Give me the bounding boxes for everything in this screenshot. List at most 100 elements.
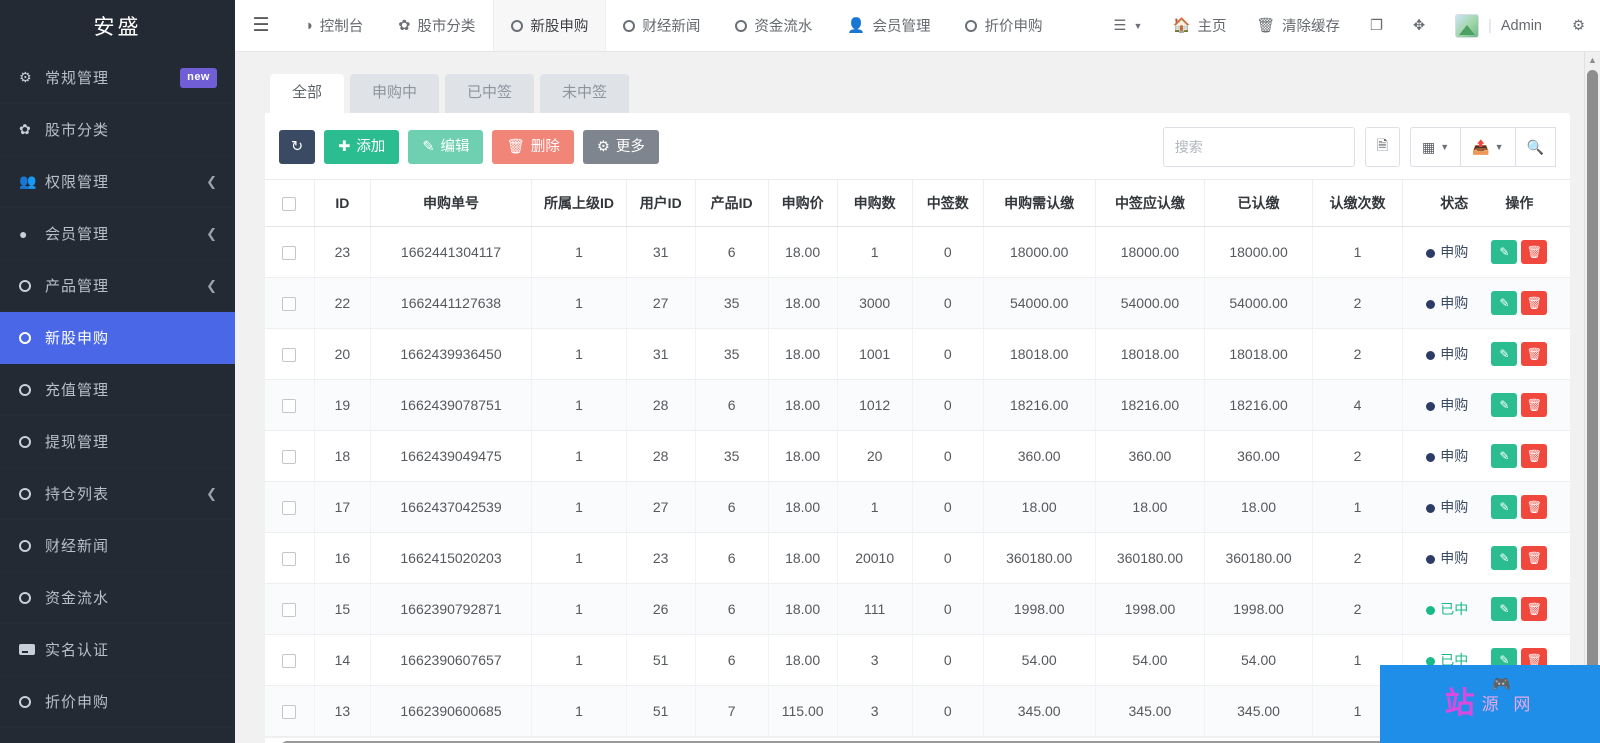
row-select-cell[interactable]: [265, 430, 315, 482]
row-delete-button[interactable]: 🗑: [1521, 597, 1548, 621]
row-edit-button[interactable]: ✎: [1491, 597, 1518, 621]
sidebar-item-10[interactable]: 资金流水: [0, 572, 235, 624]
table-row[interactable]: 18 1662439049475 1 28 35 18.00 20 0 360.00 360.00…: [265, 430, 1570, 482]
row-checkbox[interactable]: [282, 501, 297, 516]
row-select-cell[interactable]: [265, 379, 315, 431]
columns-icon[interactable]: 🗎: [1364, 127, 1401, 167]
table-row[interactable]: 17 1662437042539 1 27 6 18.00 1 0 18.00 18.00 18.0…: [265, 481, 1570, 533]
sidebar-item-9[interactable]: 财经新闻: [0, 520, 235, 572]
row-edit-button[interactable]: ✎: [1491, 648, 1518, 672]
row-select-cell[interactable]: [265, 583, 315, 635]
delete-button[interactable]: 🗑 删除: [492, 129, 574, 165]
row-delete-button[interactable]: 🗑: [1521, 648, 1548, 672]
sidebar-item-6[interactable]: 充值管理: [0, 364, 235, 416]
row-checkbox[interactable]: [282, 297, 297, 312]
grid-icon[interactable]: ▦ ▼: [1410, 127, 1462, 167]
row-delete-button[interactable]: 🗑: [1521, 393, 1548, 417]
row-delete-button[interactable]: 🗑: [1521, 291, 1548, 315]
sidebar-item-5[interactable]: 新股申购: [0, 312, 235, 364]
top-right-item-0[interactable]: ☰ ▼: [1099, 0, 1158, 51]
more-button[interactable]: ⚙ 更多: [582, 129, 659, 165]
search-icon[interactable]: 🔍: [1514, 127, 1556, 167]
row-delete-button[interactable]: 🗑: [1521, 495, 1548, 519]
refresh-button[interactable]: ↻: [279, 129, 316, 165]
tab-1[interactable]: 申购中: [350, 74, 440, 113]
horizontal-scrollbar[interactable]: ◀: [265, 737, 1570, 743]
select-all-header[interactable]: [265, 180, 315, 227]
table-scroll-container[interactable]: ID 申购单号 所属上级ID 用户ID 产品ID 申购价 申购数 中签数 申购需认缴 中签应认缴已…: [265, 179, 1570, 737]
row-checkbox[interactable]: [282, 705, 297, 720]
sidebar-item-1[interactable]: ✿ 股市分类: [0, 104, 235, 156]
row-select-cell[interactable]: [265, 226, 315, 278]
table-row[interactable]: 20 1662439936450 1 31 35 18.00 1001 0 18018.00 18…: [265, 328, 1570, 380]
table-row[interactable]: 19 1662439078751 1 28 6 18.00 1012 0 18216.00 182…: [265, 379, 1570, 431]
sidebar-item-12[interactable]: 折价申购: [0, 676, 235, 728]
top-nav-item-2[interactable]: 新股申购: [493, 0, 607, 51]
export-icon[interactable]: 📤 ▼: [1460, 127, 1516, 167]
row-delete-button[interactable]: 🗑: [1521, 699, 1548, 723]
tab-2[interactable]: 已中签: [445, 74, 535, 113]
row-checkbox[interactable]: [282, 348, 297, 363]
table-row[interactable]: 22 1662441127638 1 27 35 18.00 3000 0 54000.00 54…: [265, 277, 1570, 329]
row-select-cell[interactable]: [265, 277, 315, 329]
top-nav-item-5[interactable]: 👤 会员管理: [830, 0, 948, 51]
search-input[interactable]: [1162, 127, 1355, 167]
sidebar-item-7[interactable]: 提现管理: [0, 416, 235, 468]
top-right-item-4[interactable]: ✥: [1398, 0, 1440, 51]
top-nav-item-3[interactable]: 财经新闻: [606, 0, 718, 51]
table-row[interactable]: 16 1662415020203 1 23 6 18.00 20010 0 360180.00 3…: [265, 532, 1570, 584]
row-edit-button[interactable]: ✎: [1491, 699, 1518, 723]
toolbar-right-group: 🗎 ▦ ▼ 📤 ▼ 🔍: [1162, 127, 1556, 167]
table-row[interactable]: 15 1662390792871 1 26 6 18.00 111 0 1998.00 1998.…: [265, 583, 1570, 635]
row-edit-button[interactable]: ✎: [1491, 393, 1518, 417]
top-nav-item-6[interactable]: 折价申购: [948, 0, 1060, 51]
table-row[interactable]: 23 1662441304117 1 31 6 18.00 1 0 18000.00 18000.…: [265, 226, 1570, 278]
row-edit-button[interactable]: ✎: [1491, 444, 1518, 468]
row-edit-button[interactable]: ✎: [1491, 240, 1518, 264]
row-delete-button[interactable]: 🗑: [1521, 546, 1548, 570]
vertical-scrollbar[interactable]: ▲: [1584, 52, 1600, 743]
sidebar-item-4[interactable]: 产品管理 ❮: [0, 260, 235, 312]
tab-3[interactable]: 未中签: [540, 74, 630, 113]
row-delete-button[interactable]: 🗑: [1521, 240, 1548, 264]
row-select-cell[interactable]: [265, 634, 315, 686]
table-row[interactable]: 14 1662390607657 1 51 6 18.00 3 0 54.00 54.00 54.0…: [265, 634, 1570, 686]
top-nav-item-0[interactable]: ◑ 控制台: [287, 0, 381, 51]
top-nav-item-1[interactable]: ✿ 股市分类: [381, 0, 493, 51]
row-edit-button[interactable]: ✎: [1491, 342, 1518, 366]
top-right-item-3[interactable]: ❐: [1355, 0, 1398, 51]
row-edit-button[interactable]: ✎: [1491, 291, 1518, 315]
sidebar-item-0[interactable]: ⚙ 常规管理 new: [0, 52, 235, 104]
scroll-up-arrow-icon[interactable]: ▲: [1585, 52, 1600, 68]
row-checkbox[interactable]: [282, 654, 297, 669]
edit-button[interactable]: ✎ 编辑: [408, 129, 484, 165]
hamburger-icon[interactable]: ☰: [235, 0, 287, 51]
add-button[interactable]: ✚ 添加: [324, 129, 400, 165]
row-select-cell[interactable]: [265, 328, 315, 380]
row-checkbox[interactable]: [282, 552, 297, 567]
top-right-item-6[interactable]: ⚙: [1557, 0, 1600, 51]
tab-0[interactable]: 全部: [270, 74, 345, 113]
row-delete-button[interactable]: 🗑: [1521, 342, 1548, 366]
sidebar-item-2[interactable]: 👥 权限管理 ❮: [0, 156, 235, 208]
sidebar-item-11[interactable]: 实名认证: [0, 624, 235, 676]
row-checkbox[interactable]: [282, 246, 297, 261]
row-checkbox[interactable]: [282, 450, 297, 465]
row-select-cell[interactable]: [265, 532, 315, 584]
table-row[interactable]: 13 1662390600685 1 51 7 115.00 3 0 345.00 345.00 3…: [265, 685, 1570, 737]
top-right-item-1[interactable]: 🏠 主页: [1157, 0, 1241, 51]
top-nav-item-4[interactable]: 资金流水: [718, 0, 830, 51]
top-right-item-2[interactable]: 🗑 清除缓存: [1242, 0, 1355, 51]
row-edit-button[interactable]: ✎: [1491, 495, 1518, 519]
row-delete-button[interactable]: 🗑: [1521, 444, 1548, 468]
row-edit-button[interactable]: ✎: [1491, 546, 1518, 570]
select-all-checkbox[interactable]: [282, 197, 297, 212]
top-right-item-5[interactable]: | Admin: [1440, 0, 1557, 51]
row-checkbox[interactable]: [282, 399, 297, 414]
row-checkbox[interactable]: [282, 603, 297, 618]
sidebar-item-8[interactable]: 持仓列表 ❮: [0, 468, 235, 520]
vscroll-thumb[interactable]: [1587, 70, 1598, 680]
row-select-cell[interactable]: [265, 481, 315, 533]
sidebar-item-3[interactable]: ● 会员管理 ❮: [0, 208, 235, 260]
row-select-cell[interactable]: [265, 685, 315, 737]
